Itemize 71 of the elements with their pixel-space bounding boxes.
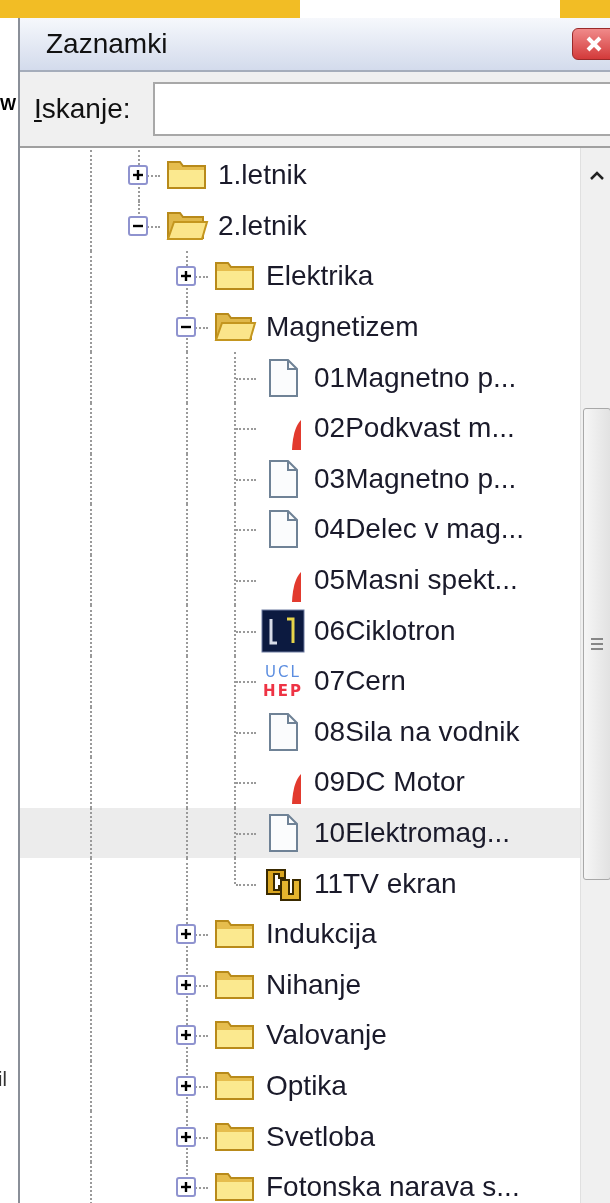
tree-item[interactable]: Valovanje <box>20 1010 580 1061</box>
item-label: 03Magnetno p... <box>314 462 517 495</box>
tree-item[interactable]: 02Podkvast m... <box>20 402 580 454</box>
item-label: 05Masni spekt... <box>314 564 518 597</box>
scrollbar[interactable] <box>580 148 610 1203</box>
wedge-icon <box>290 774 302 805</box>
item-label: Valovanje <box>266 1019 387 1052</box>
expander-icon[interactable] <box>176 974 196 995</box>
item-label: Indukcija <box>266 918 377 951</box>
tree-item[interactable]: 11TV ekran <box>20 858 580 909</box>
expander-icon[interactable] <box>176 266 196 287</box>
close-icon <box>584 34 604 54</box>
tree-item[interactable]: Optika <box>20 1060 580 1112</box>
item-label: 04Delec v mag... <box>314 513 525 546</box>
wedge-icon <box>290 572 302 603</box>
tree-item[interactable]: 1.letnik <box>20 150 580 201</box>
close-button[interactable] <box>572 28 610 60</box>
tree-item[interactable]: Elektrika <box>20 251 580 302</box>
item-label: 10Elektromag... <box>314 817 511 849</box>
item-label: Optika <box>266 1070 347 1102</box>
tree-item[interactable]: Svetloba <box>20 1111 580 1162</box>
item-label: Svetloba <box>266 1120 375 1153</box>
dark-square-icon <box>261 608 305 653</box>
page-icon <box>266 458 300 499</box>
item-label: 1.letnik <box>218 159 307 192</box>
item-label: 2.letnik <box>218 209 307 242</box>
item-label: 06Ciklotron <box>314 614 456 647</box>
scroll-up-icon[interactable] <box>589 170 605 180</box>
grip-icon <box>590 637 604 651</box>
background-heading: W <box>0 95 17 115</box>
item-label: Nihanje <box>266 968 361 1001</box>
wedge-icon <box>290 420 302 451</box>
tree-item[interactable]: 08Sila na vodnik <box>20 706 580 758</box>
item-label: 01Magnetno p... <box>314 361 517 394</box>
search-label: Iskanje: <box>34 93 131 125</box>
item-label: Elektrika <box>266 260 374 293</box>
item-label: 08Sila na vodnik <box>314 715 520 748</box>
logo-icon: UCL HEP <box>260 662 306 701</box>
expander-icon[interactable] <box>128 215 148 236</box>
tree-item[interactable]: 01Magnetno p... <box>20 352 580 403</box>
tree-item[interactable]: 2.letnik <box>20 200 580 252</box>
item-label: 09DC Motor <box>314 766 465 799</box>
tree-item[interactable]: 03Magnetno p... <box>20 453 580 505</box>
tree-item[interactable]: Fotonska narava s... <box>20 1161 580 1203</box>
expander-icon[interactable] <box>128 165 148 186</box>
scroll-thumb[interactable] <box>583 408 610 880</box>
expander-icon[interactable] <box>176 1076 196 1096</box>
tree-item[interactable]: Magnetizem <box>20 301 580 353</box>
tree-item[interactable]: 04Delec v mag... <box>20 504 580 555</box>
page-icon <box>266 711 300 752</box>
page-icon <box>266 509 300 550</box>
search-field[interactable] <box>152 82 610 136</box>
tree-item[interactable]: Indukcija <box>20 908 580 960</box>
item-label: Magnetizem <box>266 311 419 344</box>
background-text: il <box>0 1068 7 1091</box>
item-label: 11TV ekran <box>314 867 457 900</box>
page-icon <box>266 813 300 853</box>
tree-item[interactable]: 05Masni spekt... <box>20 554 580 606</box>
panel-title: Zaznamki <box>46 28 168 60</box>
tree-item[interactable]: 06Ciklotron <box>20 605 580 656</box>
item-label: 02Podkvast m... <box>314 412 515 445</box>
tree-item[interactable]: Nihanje <box>20 959 580 1011</box>
expander-icon[interactable] <box>176 1025 196 1046</box>
expander-icon[interactable] <box>176 317 196 338</box>
expander-icon[interactable] <box>176 924 196 945</box>
page-icon <box>266 357 300 398</box>
expander-icon[interactable] <box>176 1126 196 1147</box>
expander-icon[interactable] <box>176 1177 196 1198</box>
tree-item[interactable]: 10Elektromag... <box>20 807 580 859</box>
item-label: Fotonska narava s... <box>266 1171 520 1203</box>
item-label: 07Cern <box>314 665 406 698</box>
